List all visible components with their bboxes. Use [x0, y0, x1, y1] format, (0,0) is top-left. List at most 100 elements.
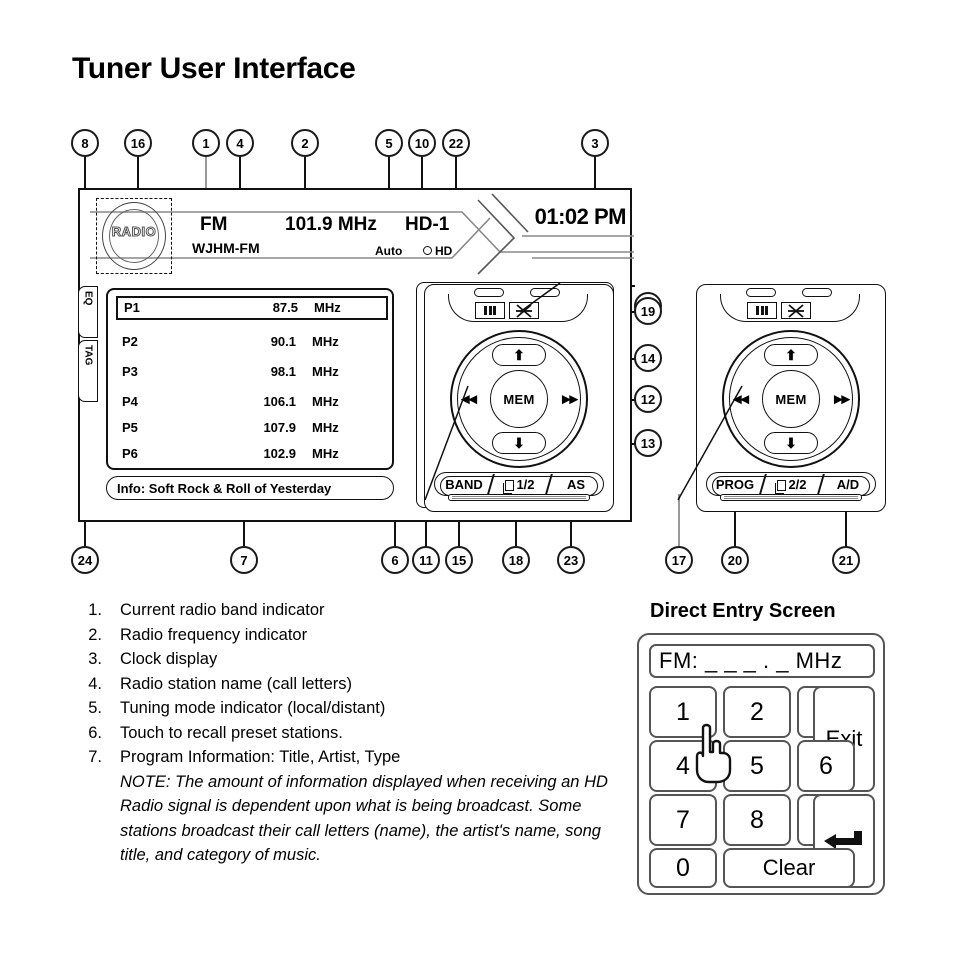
- tune-up-button[interactable]: ⬆: [764, 344, 818, 366]
- page-button[interactable]: 2/2: [764, 477, 820, 494]
- callout-19: 19: [634, 297, 662, 325]
- list-item: 7. Program Information: Title, Artist, T…: [68, 745, 628, 868]
- list-item-number: 1.: [88, 601, 102, 619]
- preset-value: 98.1: [270, 364, 296, 379]
- preset-row[interactable]: P5 107.9 MHz: [116, 416, 388, 440]
- tab-tag-label: TAG: [82, 345, 94, 366]
- tune-down-button[interactable]: ⬇: [764, 432, 818, 454]
- topbar-nub-left: [474, 288, 504, 297]
- callout-8: 8: [71, 129, 99, 157]
- list-item-text: Radio station name (call letters): [120, 674, 353, 693]
- list-item: 4. Radio station name (call letters): [68, 672, 628, 697]
- preset-row[interactable]: P3 98.1 MHz: [116, 360, 388, 384]
- list-item-number: 5.: [88, 699, 102, 717]
- clear-button[interactable]: Clear: [723, 848, 855, 888]
- page-icon: [503, 480, 515, 494]
- preset-row[interactable]: P4 106.1 MHz: [116, 390, 388, 414]
- preset-row[interactable]: P1 87.5 MHz: [116, 296, 388, 320]
- callout-23: 23: [557, 546, 585, 574]
- page-icon: [775, 480, 787, 494]
- button-bar-tray: [720, 494, 862, 501]
- direct-entry-keypad: FM: _ _ _ . _ MHz 1 2 3 Exit 4 5 6 7 8 9…: [637, 633, 885, 895]
- key-2[interactable]: 2: [723, 686, 791, 738]
- autostore-button[interactable]: AS: [552, 477, 600, 492]
- tune-down-button[interactable]: ⬇: [492, 432, 546, 454]
- program-info-text: Info: Soft Rock & Roll of Yesterday: [117, 480, 332, 496]
- mem-button[interactable]: MEM: [762, 370, 820, 428]
- callout-21: 21: [832, 546, 860, 574]
- page-title: Tuner User Interface: [72, 52, 356, 85]
- frequency-entry-display[interactable]: FM: _ _ _ . _ MHz: [649, 644, 875, 678]
- list-item-number: 2.: [88, 625, 102, 644]
- dpad-left[interactable]: ⬆ ⬇ ◀◀ ▶▶ MEM: [450, 330, 588, 468]
- tools-icon-glyph: [516, 303, 532, 318]
- preset-row[interactable]: P2 90.1 MHz: [116, 330, 388, 354]
- mem-button[interactable]: MEM: [490, 370, 548, 428]
- display-icon[interactable]: [747, 302, 777, 319]
- ad-button[interactable]: A/D: [824, 477, 872, 492]
- list-item: 5. Tuning mode indicator (local/distant): [68, 696, 628, 721]
- list-item-text: Program Information: Title, Artist, Type: [120, 748, 401, 766]
- list-item-note: NOTE: The amount of information displaye…: [120, 772, 608, 865]
- preset-value: 106.1: [263, 394, 296, 409]
- preset-list[interactable]: P1 87.5 MHz P2 90.1 MHz P3 98.1 MHz P4 1…: [106, 288, 394, 470]
- callout-16: 16: [124, 129, 152, 157]
- clock-display: 01:02 PM: [534, 204, 627, 229]
- key-7[interactable]: 7: [649, 794, 717, 846]
- station-name: WJHM-FM: [192, 240, 260, 256]
- up-arrow-icon: ⬆: [785, 347, 797, 363]
- list-item-text: Tuning mode indicator (local/distant): [120, 699, 386, 717]
- direct-entry-title: Direct Entry Screen: [650, 600, 836, 622]
- seek-prev-icon[interactable]: ◀◀: [733, 393, 749, 406]
- hd-channel: HD-1: [405, 214, 450, 235]
- preset-unit: MHz: [314, 300, 341, 315]
- preset-unit: MHz: [312, 394, 339, 409]
- topbar-nub-right: [530, 288, 560, 297]
- tools-icon[interactable]: [781, 302, 811, 319]
- key-6[interactable]: 6: [797, 740, 855, 792]
- display-icon[interactable]: [475, 302, 505, 319]
- dpad-right[interactable]: ⬆ ⬇ ◀◀ ▶▶ MEM: [722, 330, 860, 468]
- tab-tag[interactable]: TAG: [78, 340, 98, 402]
- callout-6: 6: [381, 546, 409, 574]
- preset-row[interactable]: P6 102.9 MHz: [116, 442, 388, 466]
- tab-eq[interactable]: EQ: [78, 286, 98, 338]
- callout-3: 3: [581, 129, 609, 157]
- callout-20: 20: [721, 546, 749, 574]
- tune-up-button[interactable]: ⬆: [492, 344, 546, 366]
- key-4[interactable]: 4: [649, 740, 717, 792]
- preset-value: 102.9: [263, 446, 296, 461]
- key-5[interactable]: 5: [723, 740, 791, 792]
- key-0[interactable]: 0: [649, 848, 717, 888]
- key-1[interactable]: 1: [649, 686, 717, 738]
- seek-next-icon[interactable]: ▶▶: [562, 393, 578, 406]
- callout-11: 11: [412, 546, 440, 574]
- callout-13: 13: [634, 429, 662, 457]
- list-item-text: Touch to recall preset stations.: [120, 723, 343, 742]
- preset-value: 90.1: [270, 334, 296, 349]
- key-8[interactable]: 8: [723, 794, 791, 846]
- list-item-text: Clock display: [120, 650, 218, 668]
- radio-logo-text: RADIO: [111, 224, 157, 240]
- tuning-mode: Auto: [375, 244, 403, 258]
- list-item: 2. Radio frequency indicator: [68, 623, 628, 648]
- preset-value: 87.5: [272, 300, 298, 315]
- band-indicator: FM: [200, 214, 228, 235]
- preset-unit: MHz: [312, 364, 339, 379]
- seek-next-icon[interactable]: ▶▶: [834, 393, 850, 406]
- band-button[interactable]: BAND: [438, 477, 490, 492]
- callout-1: 1: [192, 129, 220, 157]
- frequency-entry-value: FM: _ _ _ . _ MHz: [659, 648, 843, 673]
- tab-eq-label: EQ: [82, 291, 94, 306]
- leader-17: [678, 494, 680, 546]
- hd-status-icon: [423, 246, 432, 255]
- seek-prev-icon[interactable]: ◀◀: [461, 393, 477, 406]
- page-button[interactable]: 1/2: [492, 477, 548, 494]
- prog-button[interactable]: PROG: [708, 477, 762, 492]
- callout-22: 22: [442, 129, 470, 157]
- preset-unit: MHz: [312, 446, 339, 461]
- control-panel-left: ⬆ ⬇ ◀◀ ▶▶ MEM BAND 1/2 AS: [424, 284, 614, 512]
- tools-icon[interactable]: [509, 302, 539, 319]
- up-arrow-icon: ⬆: [513, 347, 525, 363]
- list-item-number: 6.: [88, 723, 102, 742]
